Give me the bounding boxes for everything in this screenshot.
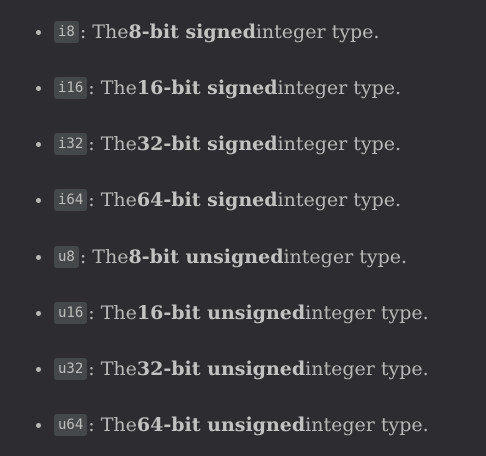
bold-text: 8-bit unsigned [128,246,284,268]
integer-types-list: i8: The 8-bit signed integer type. i16: … [0,0,486,456]
bold-text: 32-bit signed [136,133,278,155]
text: : The [79,21,129,43]
bold-text: 16-bit unsigned [136,302,306,324]
text: integer type. [283,246,408,268]
bold-text: 8-bit signed [128,21,256,43]
inline-code: u32 [54,358,88,380]
inline-code: i8 [54,21,79,43]
inline-code: u8 [54,246,79,268]
bold-text: 32-bit unsigned [136,358,306,380]
bold-text: 16-bit signed [136,77,278,99]
bold-text: 64-bit signed [136,189,278,211]
text: integer type. [305,358,429,380]
bullet [36,86,41,91]
text: : The [88,302,137,324]
text: : The [88,77,137,99]
text: : The [88,133,137,155]
text: : The [88,358,137,380]
text: integer type. [277,133,402,155]
inline-code: i16 [54,77,88,99]
bold-text: 64-bit unsigned [136,414,306,436]
bullet [36,198,41,203]
bullet [36,423,41,428]
bullet [36,30,41,35]
bullet [36,255,41,260]
bullet [36,142,41,147]
text: integer type. [305,414,429,436]
bullet [36,311,41,316]
inline-code: i64 [54,189,88,211]
text: integer type. [277,189,402,211]
text: integer type. [305,302,429,324]
inline-code: u16 [54,302,88,324]
inline-code: i32 [54,133,88,155]
text: : The [79,246,129,268]
text: : The [88,189,137,211]
bullet [36,367,41,372]
text: integer type. [255,21,380,43]
text: integer type. [277,77,402,99]
text: : The [88,414,137,436]
inline-code: u64 [54,414,88,436]
